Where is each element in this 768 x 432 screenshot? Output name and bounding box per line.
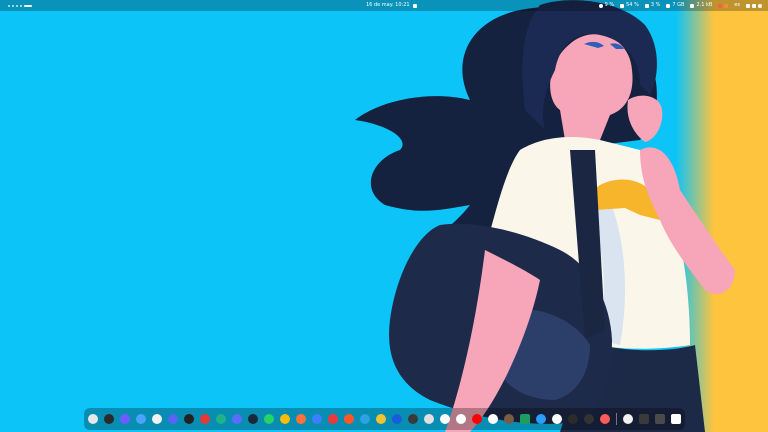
settings-icon[interactable] (136, 414, 146, 424)
dock-separator (616, 413, 617, 425)
fingerprint-icon[interactable] (623, 414, 633, 424)
volume-icon (752, 3, 756, 8)
cpu-label: 3 % (650, 2, 661, 8)
wallpaper-illustration (355, 0, 735, 432)
app-tray-icon[interactable] (724, 3, 729, 8)
chrome-icon[interactable] (280, 414, 290, 424)
vpn-icon[interactable] (312, 414, 322, 424)
dock (84, 408, 685, 430)
zed-icon[interactable] (520, 414, 530, 424)
trash-icon[interactable] (639, 414, 649, 424)
ram-label: 7 GB (672, 2, 685, 8)
keyboard-layout[interactable]: es (734, 0, 740, 11)
terminal-icon[interactable] (104, 414, 114, 424)
chat-icon[interactable] (120, 414, 130, 424)
whatsapp-icon[interactable] (264, 414, 274, 424)
workspace-indicator[interactable] (8, 0, 32, 11)
network-icon (690, 3, 695, 8)
add-icon[interactable] (456, 414, 466, 424)
workspace-dot[interactable] (20, 4, 22, 7)
brightness-indicator[interactable]: 9 % (598, 0, 615, 11)
discord-icon[interactable] (168, 414, 178, 424)
send-icon[interactable] (536, 414, 546, 424)
battery-label: 54 % (626, 2, 639, 8)
status-area[interactable]: 9 % 54 % 3 % 7 GB 2.1 kB es (598, 0, 762, 11)
maps-icon[interactable] (424, 414, 434, 424)
gimp-icon[interactable] (504, 414, 514, 424)
gallery-icon[interactable] (232, 414, 242, 424)
vlc-icon[interactable] (552, 414, 562, 424)
wifi-icon (746, 3, 750, 8)
top-panel: 16 de may. 10:21 9 % 54 % 3 % 7 GB 2.1 k… (0, 0, 768, 11)
firefox-icon[interactable] (296, 414, 306, 424)
clock-area[interactable]: 16 de may. 10:21 (366, 0, 417, 11)
network-label: 2.1 kB (696, 2, 713, 8)
system-menu[interactable] (746, 3, 762, 8)
power-icon (758, 3, 762, 8)
ram-indicator[interactable]: 7 GB (666, 0, 684, 11)
cpu-indicator[interactable]: 3 % (644, 0, 661, 11)
battery-indicator[interactable]: 54 % (620, 0, 639, 11)
telegram-icon[interactable] (360, 414, 370, 424)
power-tray-icon[interactable] (718, 3, 723, 8)
files-icon[interactable] (655, 414, 665, 424)
github-icon[interactable] (184, 414, 194, 424)
tray-apps[interactable] (718, 3, 729, 8)
vivaldi-icon[interactable] (328, 414, 338, 424)
network-indicator[interactable]: 2.1 kB (690, 0, 712, 11)
browser-icon[interactable] (152, 414, 162, 424)
active-workspace[interactable] (24, 4, 32, 7)
workspace-dot[interactable] (16, 4, 18, 7)
scratch-icon[interactable] (600, 414, 610, 424)
app-grid-icon[interactable] (671, 414, 681, 424)
emoji-icon[interactable] (376, 414, 386, 424)
steam-icon[interactable] (248, 414, 258, 424)
brightness-label: 9 % (604, 2, 615, 8)
camera-icon[interactable] (584, 414, 594, 424)
code-icon[interactable] (568, 414, 578, 424)
record-icon[interactable] (200, 414, 210, 424)
edge-icon[interactable] (216, 414, 226, 424)
brave-icon[interactable] (344, 414, 354, 424)
notification-icon[interactable] (412, 3, 417, 8)
cloud-icon[interactable] (440, 414, 450, 424)
bitwarden-icon[interactable] (392, 414, 402, 424)
memory-icon (666, 3, 671, 8)
cpu-icon (644, 3, 649, 8)
workspace-dot[interactable] (8, 4, 10, 7)
brightness-icon (598, 3, 603, 8)
notes-icon[interactable] (488, 414, 498, 424)
clock-icon[interactable] (408, 414, 418, 424)
battery-icon (620, 3, 625, 8)
workspace-dot[interactable] (12, 4, 14, 7)
help-icon[interactable] (88, 414, 98, 424)
youtube-icon[interactable] (472, 414, 482, 424)
clock-label[interactable]: 16 de may. 10:21 (366, 0, 410, 11)
